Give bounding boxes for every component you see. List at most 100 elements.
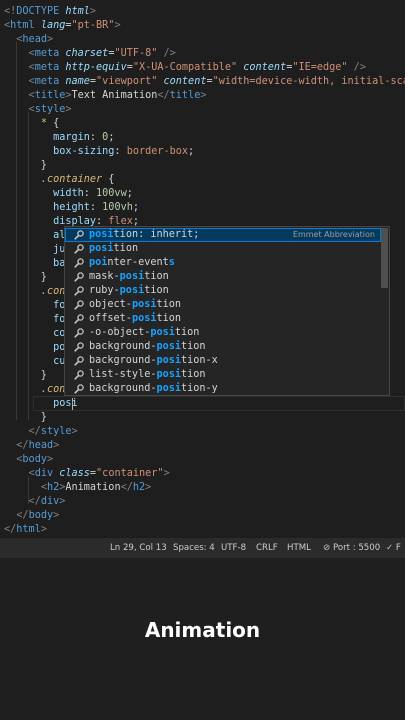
suggestion-item[interactable]: position: inherit; Emmet Abbreviation xyxy=(65,228,381,242)
code-line[interactable]: </html> xyxy=(4,523,47,537)
code-token: > xyxy=(89,6,97,17)
code-line[interactable]: <body> xyxy=(4,453,53,467)
code-line[interactable]: width: 100vw; xyxy=(4,187,133,201)
code-line[interactable]: <div class="container"> xyxy=(4,467,170,481)
port-label: Port : 5500 xyxy=(332,543,381,553)
wrench-icon xyxy=(74,384,84,394)
suggestion-text: tion: inherit; xyxy=(113,229,200,240)
code-token: width xyxy=(53,188,84,199)
code-token: "container" xyxy=(96,468,164,479)
language-mode[interactable]: HTML xyxy=(287,538,311,558)
code-line[interactable]: </style> xyxy=(4,425,78,439)
suggestion-match: posi xyxy=(156,341,182,352)
code-line[interactable]: <!DOCTYPE html> xyxy=(4,5,96,19)
suggestion-item[interactable]: background-position xyxy=(65,340,381,354)
indentation-setting[interactable]: Spaces: 4 xyxy=(173,538,215,558)
trailing-status[interactable]: ✓ F xyxy=(386,538,401,558)
code-line[interactable]: </div> xyxy=(4,495,66,509)
code-line[interactable]: <meta name="viewport" content="width=dev… xyxy=(4,75,405,89)
suggestion-label: -o-object-position xyxy=(89,326,199,340)
suggestion-match: posi xyxy=(156,355,182,366)
code-line[interactable]: .container { xyxy=(4,173,115,187)
suggestion-item[interactable]: background-position-x xyxy=(65,354,381,368)
suggestion-match: posi xyxy=(150,327,175,338)
code-token: box-sizing xyxy=(53,146,115,157)
suggestion-item[interactable]: ruby-position xyxy=(65,284,381,298)
code-token: > xyxy=(40,524,47,535)
suggestion-scrollbar[interactable] xyxy=(381,228,388,288)
code-token: content xyxy=(157,76,207,87)
suggestion-item[interactable]: -o-object-position xyxy=(65,326,381,340)
code-token: title xyxy=(169,90,201,101)
code-token: lang xyxy=(34,20,66,31)
code-token: name xyxy=(59,76,90,87)
code-token: .container xyxy=(40,174,103,185)
code-editor[interactable]: <!DOCTYPE html> <html lang="pt-BR"> <head… xyxy=(0,0,405,538)
suggestion-text: tion xyxy=(113,243,139,254)
code-token: "width=device-width, initial-scale=1. xyxy=(212,76,405,87)
code-line[interactable]: <title>Text Animation</title> xyxy=(4,89,207,103)
code-token: h2 xyxy=(132,482,146,493)
code-token: > xyxy=(65,104,72,115)
code-token: : xyxy=(83,188,97,199)
code-line[interactable]: * { xyxy=(4,117,59,131)
code-line[interactable]: box-sizing: border-box; xyxy=(4,145,194,159)
code-line[interactable]: } xyxy=(4,271,47,285)
encoding-setting[interactable]: UTF-8 xyxy=(221,538,246,558)
code-token: "pt-BR" xyxy=(71,20,115,31)
suggestion-item[interactable]: list-style-position xyxy=(65,368,381,382)
code-line[interactable]: <html lang="pt-BR"> xyxy=(4,19,121,33)
suggestion-match: posi xyxy=(131,299,157,310)
code-token: </ xyxy=(120,482,133,493)
suggestion-item[interactable]: background-position-y xyxy=(65,382,381,396)
browser-preview: Animation xyxy=(0,558,405,720)
code-line[interactable]: margin: 0; xyxy=(4,131,114,145)
suggestion-match: posi xyxy=(89,229,114,240)
code-line[interactable]: <style> xyxy=(4,103,72,117)
suggestion-text: -o-object- xyxy=(89,327,151,338)
code-line[interactable]: <meta http-equiv="X-UA-Compatible" conte… xyxy=(4,61,366,75)
code-line[interactable]: posi xyxy=(4,397,78,411)
preview-heading: Animation xyxy=(144,618,261,642)
suggestion-text: ruby- xyxy=(89,285,120,296)
suggestion-widget[interactable]: position: inherit; Emmet Abbreviation posi… xyxy=(64,226,390,396)
code-line[interactable]: <head> xyxy=(4,33,53,47)
code-token: : xyxy=(114,146,127,157)
suggestion-item[interactable]: mask-position xyxy=(65,270,381,284)
suggestion-label: position xyxy=(89,242,138,256)
code-line[interactable]: } xyxy=(4,159,47,173)
suggestion-label: ruby-position xyxy=(89,284,169,298)
eol-setting[interactable]: CRLF xyxy=(256,538,278,558)
code-line[interactable]: } xyxy=(4,369,47,383)
suggestion-match: posi xyxy=(89,243,114,254)
code-line[interactable]: <meta charset="UTF-8" /> xyxy=(4,47,176,61)
code-line[interactable]: </body> xyxy=(4,509,59,523)
code-token: </ xyxy=(16,510,29,521)
code-line[interactable]: height: 100vh; xyxy=(4,201,139,215)
suggestion-text: background- xyxy=(89,355,157,366)
suggestion-item[interactable]: pointer-events xyxy=(65,256,381,270)
code-token: { xyxy=(46,118,60,129)
cursor-position[interactable]: Ln 29, Col 13 xyxy=(110,538,167,558)
code-line[interactable]: </head> xyxy=(4,439,59,453)
live-server-port[interactable]: ⊘ Port : 5500 xyxy=(323,538,380,558)
suggestion-item[interactable]: position xyxy=(65,242,381,256)
code-token: Text Animation xyxy=(71,90,158,101)
code-line[interactable]: } xyxy=(4,411,47,425)
suggestion-item[interactable]: object-position xyxy=(65,298,381,312)
suggestion-item[interactable]: offset-position xyxy=(65,312,381,326)
wrench-icon xyxy=(74,300,84,310)
code-line[interactable]: <h2>Animation</h2> xyxy=(4,481,151,495)
